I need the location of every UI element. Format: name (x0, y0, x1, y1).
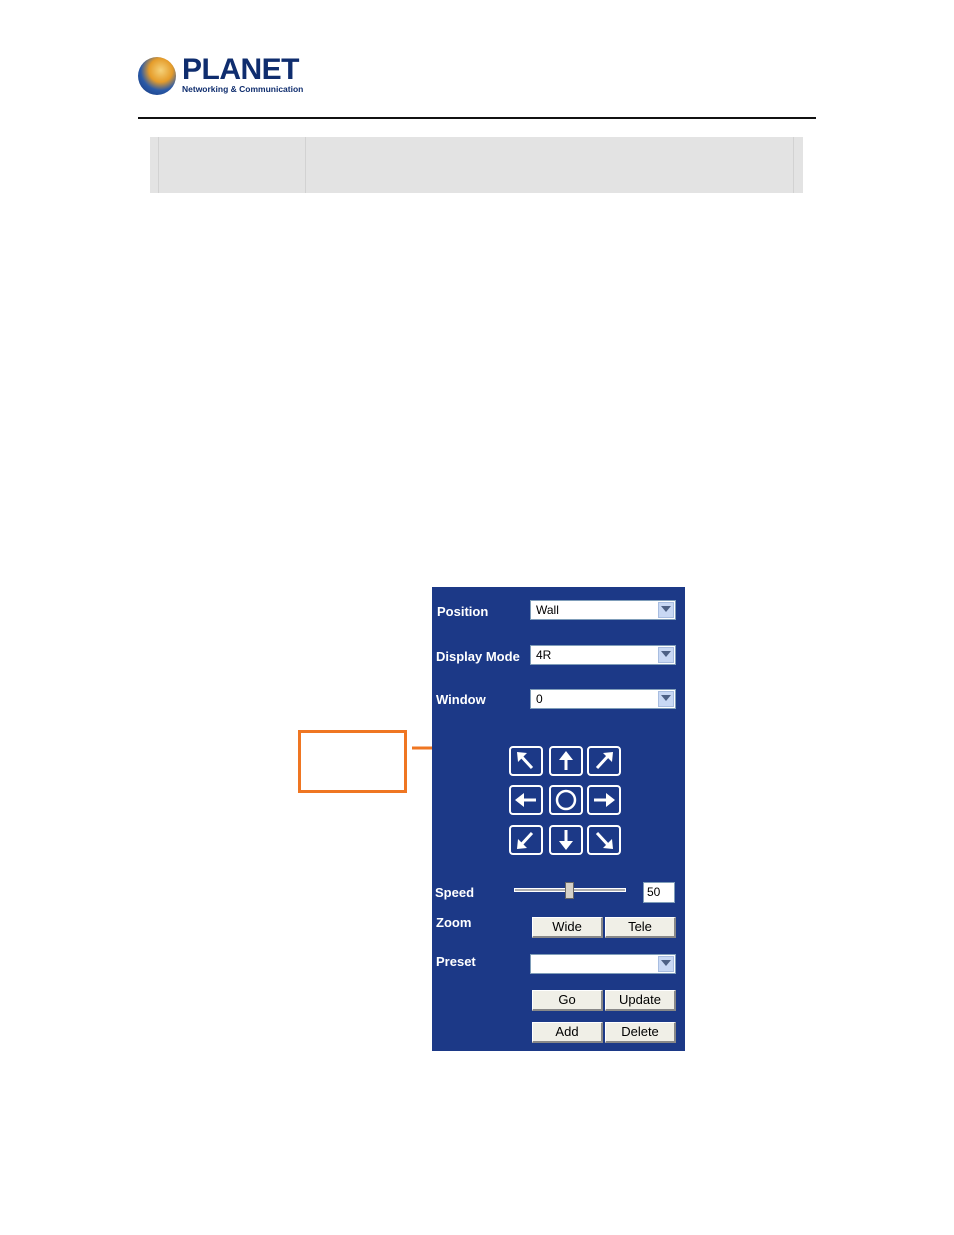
header-divider (138, 117, 816, 119)
up-right-arrow-icon[interactable] (587, 746, 621, 776)
preset-label: Preset (436, 954, 476, 969)
display-mode-select[interactable]: 4R (530, 645, 676, 665)
home-circle-icon[interactable] (549, 785, 583, 815)
display-mode-label: Display Mode (436, 649, 520, 664)
speed-slider-thumb[interactable] (565, 882, 574, 899)
preset-update-button[interactable]: Update (605, 990, 676, 1011)
right-arrow-icon[interactable] (587, 785, 621, 815)
position-value: Wall (536, 603, 559, 617)
preset-delete-button[interactable]: Delete (605, 1022, 676, 1043)
column-divider (305, 137, 306, 193)
down-left-arrow-icon[interactable] (509, 825, 543, 855)
callout-box (298, 730, 407, 793)
table-header-bar (150, 137, 803, 193)
preset-go-button[interactable]: Go (532, 990, 603, 1011)
speed-label: Speed (435, 885, 475, 900)
speed-input[interactable]: 50 (643, 882, 675, 903)
position-select[interactable]: Wall (530, 600, 676, 620)
zoom-label: Zoom (436, 915, 472, 930)
left-arrow-icon[interactable] (509, 785, 543, 815)
chevron-down-icon[interactable] (658, 691, 674, 707)
chevron-down-icon[interactable] (658, 602, 674, 618)
preset-select[interactable] (530, 954, 676, 974)
window-value: 0 (536, 692, 543, 706)
zoom-wide-button[interactable]: Wide (532, 917, 603, 938)
chevron-down-icon[interactable] (658, 647, 674, 663)
column-divider (793, 137, 794, 193)
down-right-arrow-icon[interactable] (587, 825, 621, 855)
position-label: Position (437, 604, 489, 619)
down-arrow-icon[interactable] (549, 825, 583, 855)
logo-tagline: Networking & Communication (182, 84, 304, 94)
up-arrow-icon[interactable] (549, 746, 583, 776)
zoom-tele-button[interactable]: Tele (605, 917, 676, 938)
logo-word: PLANET (182, 53, 300, 86)
column-divider (158, 137, 159, 193)
chevron-down-icon[interactable] (658, 956, 674, 972)
display-mode-value: 4R (536, 648, 552, 662)
up-left-arrow-icon[interactable] (509, 746, 543, 776)
preset-add-button[interactable]: Add (532, 1022, 603, 1043)
globe-icon (138, 57, 176, 95)
window-select[interactable]: 0 (530, 689, 676, 709)
planet-logo: PLANET Networking & Communication (138, 52, 303, 102)
window-label: Window (436, 692, 486, 707)
